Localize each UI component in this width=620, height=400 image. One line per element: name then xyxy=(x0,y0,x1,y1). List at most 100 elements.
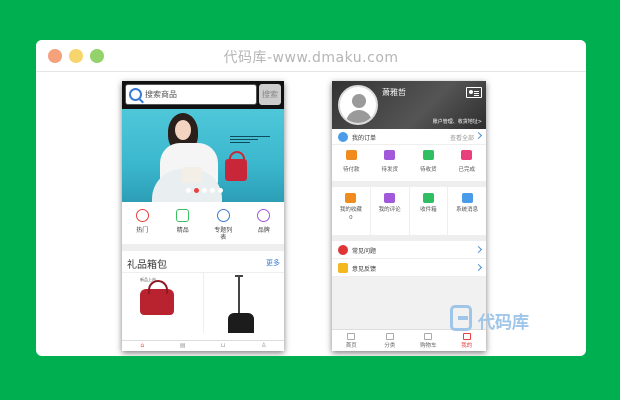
order-pending-receipt[interactable]: 待收货 xyxy=(409,145,448,181)
order-pending-shipment[interactable]: 待发货 xyxy=(371,145,410,181)
search-button[interactable]: 搜索 xyxy=(259,84,281,105)
feature-label: 我的收藏 xyxy=(339,207,362,213)
feedback-icon xyxy=(338,263,348,273)
inbox-icon xyxy=(422,193,434,203)
wallet-icon xyxy=(345,150,357,160)
order-state-label: 待收货 xyxy=(419,167,437,173)
account-settings-link[interactable]: 账户管理、收货地址> xyxy=(433,118,482,125)
my-orders-row[interactable]: 我的订单 查看全部 xyxy=(332,129,486,145)
banner-dot[interactable] xyxy=(202,188,207,193)
banner-handbag xyxy=(225,151,247,181)
mail-icon xyxy=(461,193,473,203)
tab-mine[interactable]: 我的 xyxy=(448,330,487,351)
category-nav: 热门 精品 专题列表 品牌 xyxy=(122,202,284,245)
bottom-tab-bar: ⌂ ▤ ⊔ ♙ xyxy=(122,340,284,351)
view-all-link[interactable]: 查看全部 xyxy=(450,133,474,142)
user-icon xyxy=(462,333,471,340)
tab-label: 我的 xyxy=(461,343,473,349)
banner-dot-active[interactable] xyxy=(194,188,199,193)
product-card[interactable] xyxy=(204,273,285,333)
tag-icon xyxy=(176,209,190,222)
home-icon xyxy=(347,333,356,340)
feedback-label: 意见反馈 xyxy=(352,266,377,273)
order-status-bar: 待付款 待发货 待收货 已完成 xyxy=(332,145,486,181)
category-label: 热门 xyxy=(136,227,149,234)
suitcase-image xyxy=(227,313,254,333)
category-icon xyxy=(385,333,394,340)
window-title: 代码库-www.dmaku.com xyxy=(223,50,399,66)
banner-dot[interactable] xyxy=(210,188,215,193)
search-placeholder: 搜索商品 xyxy=(145,90,177,99)
category-label: 品牌 xyxy=(257,227,270,234)
tab-cart-icon[interactable]: ⊔ xyxy=(203,341,244,351)
order-state-label: 待发货 xyxy=(381,167,398,173)
watermark-logo-icon xyxy=(450,305,472,331)
check-icon xyxy=(461,150,473,160)
chevron-right-icon xyxy=(474,263,483,272)
system-messages[interactable]: 系统消息 xyxy=(448,187,486,235)
tab-category-icon[interactable]: ▤ xyxy=(163,341,204,351)
truck-icon xyxy=(422,150,434,160)
faq-row[interactable]: 常见问题 xyxy=(332,241,486,259)
tab-home-icon[interactable]: ⌂ xyxy=(122,341,163,351)
star-icon xyxy=(345,193,357,203)
avatar[interactable] xyxy=(338,85,378,125)
chevron-right-icon xyxy=(474,131,483,140)
feature-label: 收件箱 xyxy=(420,207,437,213)
promo-banner[interactable] xyxy=(122,109,284,202)
suitcase-handle xyxy=(237,275,240,315)
search-input[interactable]: 搜索商品 xyxy=(125,84,257,105)
badge-icon xyxy=(257,209,271,222)
tab-home[interactable]: 首页 xyxy=(332,330,371,351)
user-header: 萧雅哲 账户管理、收货地址> xyxy=(332,81,486,129)
tab-cart[interactable]: 购物车 xyxy=(409,330,448,351)
banner-dot[interactable] xyxy=(218,188,223,193)
category-label: 精品 xyxy=(176,227,189,234)
search-icon xyxy=(129,88,142,101)
order-state-label: 待付款 xyxy=(342,167,360,173)
category-brands[interactable]: 品牌 xyxy=(244,202,285,244)
my-comments[interactable]: 我的评论 xyxy=(371,187,410,235)
question-icon xyxy=(338,245,348,255)
feedback-row[interactable]: 意见反馈 xyxy=(332,259,486,277)
banner-model-face xyxy=(175,120,191,140)
product-card[interactable]: 新品上市 xyxy=(122,273,204,333)
id-card-icon[interactable] xyxy=(466,87,482,98)
faq-label: 常见问题 xyxy=(352,248,377,255)
feature-label: 系统消息 xyxy=(456,207,479,213)
watermark-text: 代码库 xyxy=(478,313,529,333)
user-feature-grid: 我的收藏 0 我的评论 收件箱 系统消息 xyxy=(332,187,486,235)
product-grid: 新品上市 xyxy=(122,273,284,333)
comment-icon xyxy=(384,193,396,203)
box-icon xyxy=(384,150,396,160)
order-icon xyxy=(338,132,348,142)
category-label: 专题列表 xyxy=(214,227,233,241)
shop-home-screen: 搜索商品 搜索 热门 精品 专题列表 品牌 礼品箱包 更多 新品上市 ⌂ ▤ ⊔… xyxy=(122,81,284,351)
ribbon-icon xyxy=(216,209,230,222)
my-orders-label: 我的订单 xyxy=(352,135,377,142)
tab-profile-icon[interactable]: ♙ xyxy=(244,341,285,351)
order-pending-payment[interactable]: 待付款 xyxy=(332,145,371,181)
my-favorites[interactable]: 我的收藏 0 xyxy=(332,187,371,235)
bottom-tab-bar: 首页 分类 购物车 我的 xyxy=(332,329,486,351)
tab-category[interactable]: 分类 xyxy=(371,330,410,351)
favorites-count: 0 xyxy=(349,215,353,221)
user-name: 萧雅哲 xyxy=(382,88,406,97)
banner-pagination[interactable] xyxy=(186,178,226,197)
browser-window: 代码库-www.dmaku.com 搜索商品 搜索 热门 精品 专题列表 品牌 … xyxy=(36,40,586,356)
section-more-link[interactable]: 更多 xyxy=(266,258,280,268)
chevron-right-icon xyxy=(474,245,483,254)
inbox[interactable]: 收件箱 xyxy=(410,187,449,235)
demo-area: 搜索商品 搜索 热门 精品 专题列表 品牌 礼品箱包 更多 新品上市 ⌂ ▤ ⊔… xyxy=(36,72,586,356)
order-state-label: 已完成 xyxy=(458,167,475,173)
category-topics[interactable]: 专题列表 xyxy=(203,202,244,244)
order-completed[interactable]: 已完成 xyxy=(448,145,487,181)
banner-dot[interactable] xyxy=(186,188,191,193)
category-hot[interactable]: 热门 xyxy=(122,202,163,244)
banner-caption-lines xyxy=(230,136,270,148)
tab-label: 购物车 xyxy=(419,343,437,349)
category-featured[interactable]: 精品 xyxy=(163,202,204,244)
tab-label: 分类 xyxy=(384,343,396,349)
section-header: 礼品箱包 更多 xyxy=(122,251,284,273)
search-bar: 搜索商品 搜索 xyxy=(122,81,284,109)
